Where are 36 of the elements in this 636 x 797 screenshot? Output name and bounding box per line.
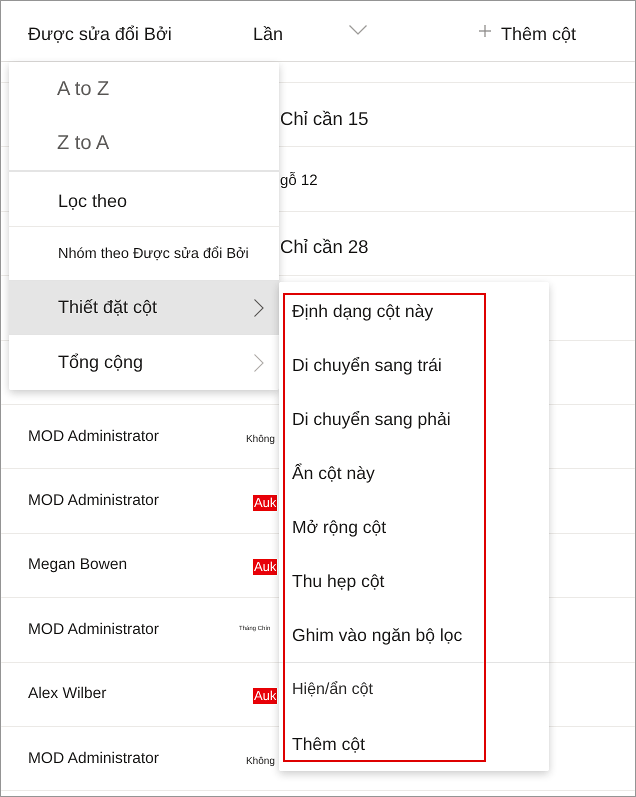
submenu-item[interactable]: Ẩn cột này (279, 446, 549, 500)
chevron-down-icon[interactable] (349, 24, 368, 34)
submenu-item[interactable]: Định dạng cột này (279, 284, 549, 338)
author-name: Alex Wilber (28, 685, 106, 704)
chevron-right-icon (254, 298, 264, 316)
value-text: Chỉ cần 28 (280, 236, 368, 258)
menu-item[interactable]: Nhóm theo Được sửa đổi Bởi (9, 227, 279, 280)
value-text: Không (246, 434, 275, 446)
submenu-item[interactable]: Thêm cột (279, 717, 549, 771)
author-name: MOD Administrator (28, 428, 159, 446)
add-column-button[interactable]: Thêm cột (478, 22, 576, 46)
menu-item[interactable]: Thiết đặt cột (9, 280, 279, 335)
author-name: MOD Administrator (28, 750, 159, 768)
submenu-item[interactable]: Di chuyển sang phải (279, 392, 549, 446)
menu-item[interactable]: Z to A (9, 116, 279, 170)
author-name: MOD Administrator (28, 620, 159, 639)
submenu-item[interactable]: Thu hẹp cột (279, 554, 549, 608)
value-tag: Auk (253, 495, 278, 512)
chevron-right-icon (254, 354, 264, 372)
value-text: Không (246, 756, 275, 768)
value-text: gỗ 12 (280, 172, 318, 190)
submenu-item[interactable]: Mở rộng cột (279, 500, 549, 554)
submenu-item[interactable]: Hiện/ẩn cột (279, 663, 549, 717)
menu-item[interactable]: Lọc theo (9, 172, 279, 226)
value-tag: Auk (253, 559, 278, 576)
column-header[interactable]: Được sửa đổi Bởi (28, 22, 253, 46)
author-name: Megan Bowen (28, 556, 128, 574)
plus-icon (479, 24, 491, 36)
submenu-item[interactable]: Di chuyển sang trái (279, 338, 549, 392)
value-tag: Auk (253, 688, 278, 704)
column-header[interactable]: Lần (253, 22, 478, 46)
menu-item[interactable]: Tổng cộng (9, 335, 279, 390)
menu-item[interactable]: A to Z (9, 62, 279, 116)
value-text: Chỉ cần 15 (280, 108, 368, 130)
author-name: MOD Administrator (28, 492, 159, 510)
submenu-item[interactable]: Ghim vào ngăn bộ lọc (279, 608, 549, 662)
